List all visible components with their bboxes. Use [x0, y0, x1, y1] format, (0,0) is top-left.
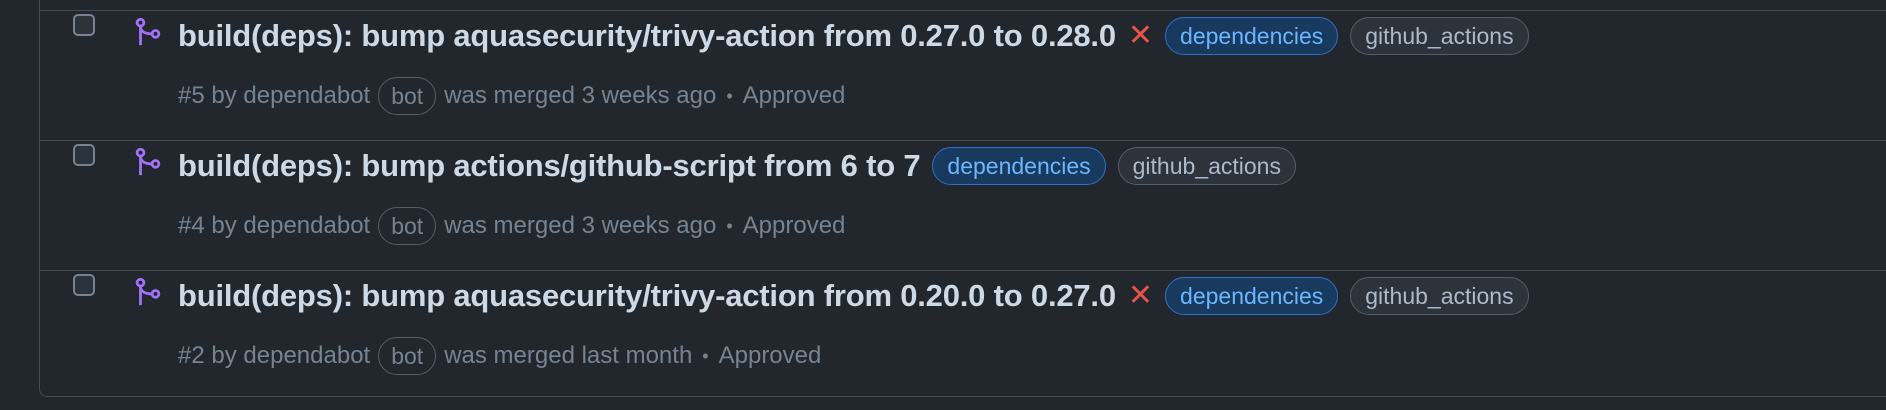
- merged-pr-icon: [135, 17, 161, 46]
- pull-request-row: build(deps): bump aquasecurity/trivy-act…: [40, 10, 1886, 140]
- by-text: by: [211, 342, 237, 369]
- pr-title-link[interactable]: build(deps): bump actions/github-script …: [178, 148, 921, 184]
- author-link[interactable]: dependabot: [243, 82, 370, 110]
- label-dependencies[interactable]: dependencies: [1165, 277, 1339, 315]
- separator-dot: •: [726, 215, 733, 236]
- pull-request-row: build(deps): bump aquasecurity/trivy-act…: [40, 270, 1886, 400]
- author-link[interactable]: dependabot: [243, 342, 370, 370]
- merged-time: was merged last month: [444, 342, 693, 369]
- merged-pr-icon: [135, 147, 161, 176]
- pr-meta: #2 by dependabot bot was merged last mon…: [178, 337, 821, 375]
- pull-request-list: build(deps): bump aquasecurity/trivy-act…: [39, 0, 1886, 397]
- bot-badge: bot: [378, 207, 437, 245]
- by-text: by: [211, 212, 237, 239]
- x-icon[interactable]: ✕: [1128, 281, 1153, 311]
- pr-number[interactable]: #4: [178, 212, 205, 240]
- merged-time: was merged 3 weeks ago: [444, 212, 717, 239]
- pull-request-row: build(deps): bump actions/github-script …: [40, 140, 1886, 270]
- merged-time: was merged 3 weeks ago: [444, 82, 717, 109]
- pr-meta: #4 by dependabot bot was merged 3 weeks …: [178, 207, 845, 245]
- pr-meta: #5 by dependabot bot was merged 3 weeks …: [178, 77, 845, 115]
- merged-pr-icon: [135, 277, 161, 306]
- separator-dot: •: [726, 85, 733, 106]
- x-icon[interactable]: ✕: [1128, 21, 1153, 51]
- bot-badge: bot: [378, 77, 437, 115]
- author-link[interactable]: dependabot: [243, 212, 370, 240]
- select-checkbox[interactable]: [73, 144, 95, 166]
- label-dependencies[interactable]: dependencies: [932, 147, 1106, 185]
- select-checkbox[interactable]: [73, 14, 95, 36]
- review-status[interactable]: Approved: [743, 82, 846, 110]
- pr-title-link[interactable]: build(deps): bump aquasecurity/trivy-act…: [178, 18, 1116, 54]
- select-checkbox[interactable]: [73, 274, 95, 296]
- pr-title-link[interactable]: build(deps): bump aquasecurity/trivy-act…: [178, 278, 1116, 314]
- label-github-actions[interactable]: github_actions: [1350, 277, 1529, 315]
- title-line: build(deps): bump aquasecurity/trivy-act…: [178, 17, 1529, 55]
- label-github-actions[interactable]: github_actions: [1117, 147, 1296, 185]
- title-line: build(deps): bump aquasecurity/trivy-act…: [178, 277, 1529, 315]
- title-line: build(deps): bump actions/github-script …: [178, 147, 1296, 185]
- separator-dot: •: [702, 345, 709, 366]
- review-status[interactable]: Approved: [743, 212, 846, 240]
- pr-number[interactable]: #5: [178, 82, 205, 110]
- label-dependencies[interactable]: dependencies: [1165, 17, 1339, 55]
- bot-badge: bot: [378, 337, 437, 375]
- by-text: by: [211, 82, 237, 109]
- label-github-actions[interactable]: github_actions: [1350, 17, 1529, 55]
- review-status[interactable]: Approved: [719, 342, 822, 370]
- pr-number[interactable]: #2: [178, 342, 205, 370]
